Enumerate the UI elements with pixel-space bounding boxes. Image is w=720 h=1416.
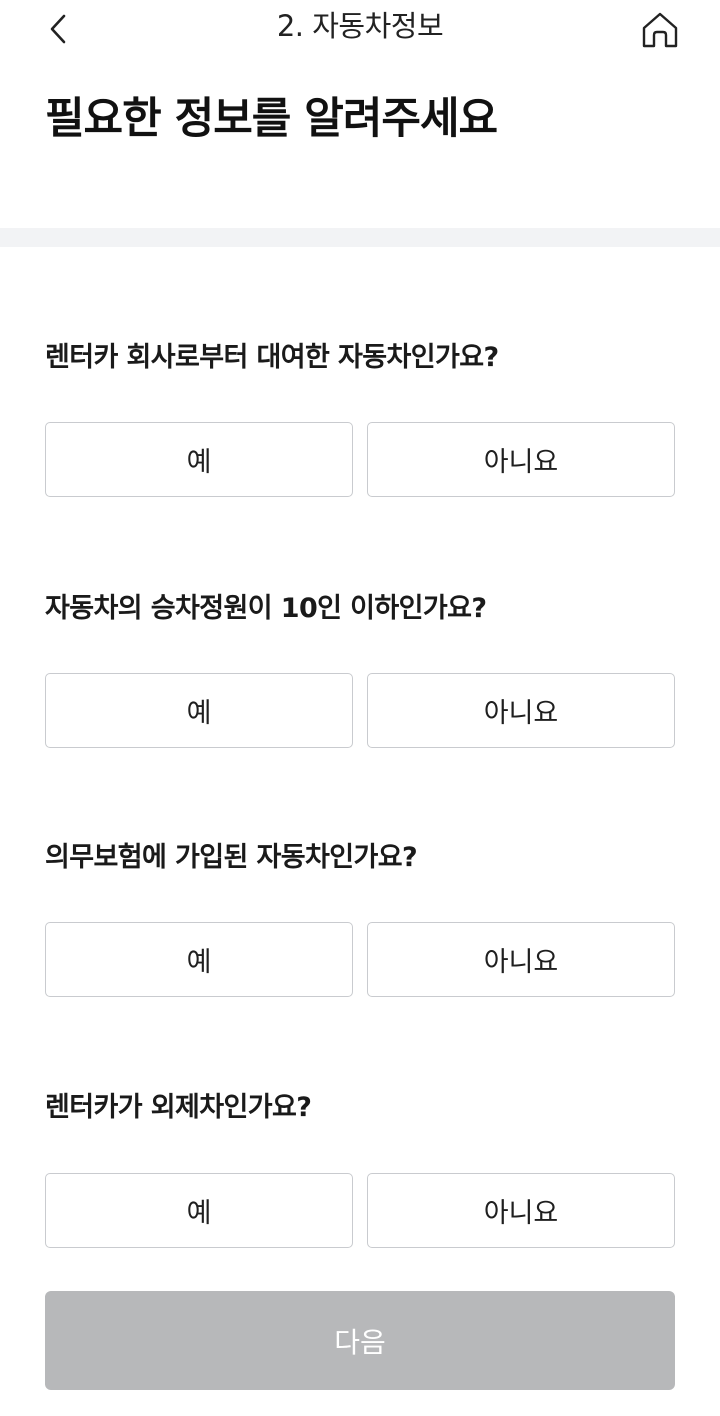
question-foreign-car: 렌터카가 외제차인가요?	[45, 1092, 312, 1123]
question-rental-company: 렌터카 회사로부터 대여한 자동차인가요?	[45, 342, 499, 373]
home-icon	[642, 12, 678, 48]
page-title: 필요한 정보를 알려주세요	[45, 94, 498, 144]
header-title: 2. 자동차정보	[276, 9, 444, 43]
answer-no-button[interactable]: 아니요	[367, 1173, 675, 1248]
home-button[interactable]	[638, 8, 682, 52]
answer-no-button[interactable]: 아니요	[367, 673, 675, 748]
answer-no-button[interactable]: 아니요	[367, 422, 675, 497]
answer-yes-button[interactable]: 예	[45, 1173, 353, 1248]
next-button[interactable]: 다음	[45, 1291, 675, 1390]
section-divider	[0, 228, 720, 247]
answer-yes-button[interactable]: 예	[45, 422, 353, 497]
answer-yes-button[interactable]: 예	[45, 922, 353, 997]
header: 2. 자동차정보	[0, 0, 720, 58]
page: 2. 자동차정보 필요한 정보를 알려주세요 렌터카 회사로부터 대여한 자동차…	[0, 0, 720, 1416]
question-mandatory-insurance: 의무보험에 가입된 자동차인가요?	[45, 842, 418, 873]
question-seating-capacity: 자동차의 승차정원이 10인 이하인가요?	[45, 593, 487, 624]
answer-yes-button[interactable]: 예	[45, 673, 353, 748]
answer-no-button[interactable]: 아니요	[367, 922, 675, 997]
